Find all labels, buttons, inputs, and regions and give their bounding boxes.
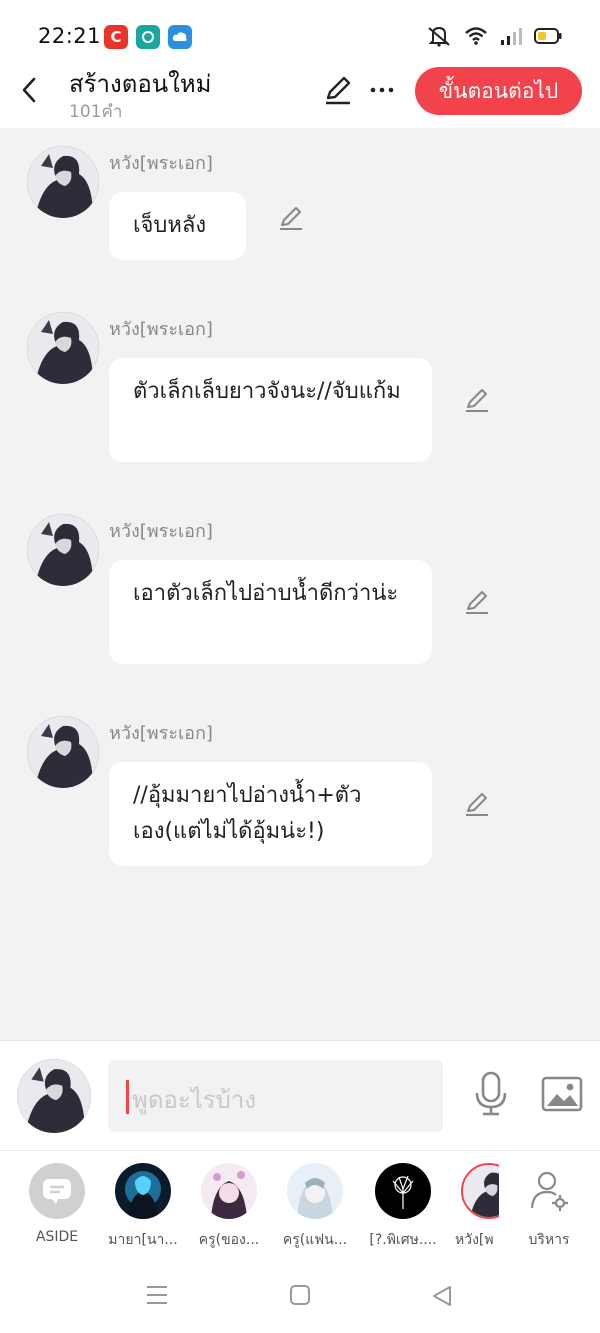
character-wang[interactable]: หวัง[พ	[449, 1163, 499, 1251]
app-teal-icon	[136, 25, 160, 49]
pencil-icon	[466, 389, 488, 412]
mute-bell-icon	[426, 25, 452, 51]
speaker-name: หวัง[พระเอก]	[109, 319, 213, 340]
character-label: [?.พิเศษ....	[369, 1232, 437, 1248]
microphone-icon	[475, 1071, 507, 1116]
character-aside[interactable]: ASIDE	[17, 1163, 97, 1245]
home-nav-button[interactable]	[288, 1284, 312, 1310]
app-c-icon: C	[104, 25, 128, 49]
manage-user-icon	[521, 1163, 577, 1219]
character-special[interactable]: [?.พิเศษ....	[363, 1163, 443, 1251]
character-avatar	[115, 1163, 171, 1219]
header: สร้างตอนใหม่ 101คำ ขั้นตอนต่อไป	[0, 58, 600, 128]
speaker-name: หวัง[พระเอก]	[109, 723, 213, 744]
insert-image-button[interactable]	[541, 1076, 583, 1116]
character-label: บริหาร	[528, 1232, 570, 1248]
message-bubble[interactable]: //อุ้มมายาไปอ่างน้ำ+ตัวเอง(แต่ไม่ได้อุ้ม…	[109, 762, 432, 866]
message-bubble[interactable]: เอาตัวเล็กไปอ่าบน้ำดีกว่าน่ะ	[109, 560, 432, 664]
back-button[interactable]	[14, 72, 44, 108]
current-character-avatar[interactable]	[17, 1059, 91, 1133]
dark-haired-character-icon	[27, 716, 99, 788]
edit-title-button[interactable]	[322, 74, 354, 106]
pencil-icon	[326, 76, 351, 105]
edit-message-button[interactable]	[463, 386, 491, 414]
character-avatar	[201, 1163, 257, 1219]
voice-button[interactable]	[474, 1071, 508, 1121]
battery-icon	[534, 28, 562, 48]
text-caret	[126, 1080, 129, 1114]
word-count: 101คำ	[69, 102, 123, 122]
character-selector: ASIDE มายา[นา... ครู(ของ... ครู(แฟน... […	[0, 1150, 600, 1262]
character-teacher-2[interactable]: ครู(แฟน...	[275, 1163, 355, 1251]
edit-message-button[interactable]	[463, 790, 491, 818]
pencil-icon	[466, 793, 488, 816]
dark-haired-character-icon	[17, 1059, 91, 1133]
message-input-placeholder: พูดอะไรบ้าง	[132, 1086, 257, 1114]
character-label: ครู(แฟน...	[282, 1232, 348, 1248]
dark-haired-character-icon	[27, 514, 99, 586]
status-time: 22:21	[38, 24, 102, 48]
system-navigation-bar	[0, 1262, 600, 1333]
more-options-button[interactable]	[368, 72, 396, 112]
next-step-button[interactable]: ขั้นตอนต่อไป	[415, 67, 582, 115]
composer-bar: พูดอะไรบ้าง	[0, 1040, 600, 1150]
character-label: ครู(ของ...	[198, 1232, 260, 1248]
notification-icons: C	[104, 25, 192, 49]
message-bubble[interactable]: เจ็บหลัง	[109, 192, 246, 260]
character-avatar-selected	[461, 1163, 499, 1219]
speaker-name: หวัง[พระเอก]	[109, 521, 213, 542]
character-avatar[interactable]	[27, 514, 99, 586]
more-dots-icon	[370, 87, 394, 93]
character-label: มายา[นา...	[108, 1232, 178, 1248]
character-avatar[interactable]	[27, 146, 99, 218]
menu-lines-icon	[147, 1286, 167, 1304]
status-bar: 22:21 C	[0, 0, 600, 58]
image-icon	[541, 1076, 583, 1112]
character-avatar	[375, 1163, 431, 1219]
menu-nav-button[interactable]	[145, 1284, 169, 1310]
manage-characters-button[interactable]: บริหาร	[509, 1163, 589, 1251]
dark-haired-character-icon	[27, 312, 99, 384]
pencil-icon	[466, 591, 488, 614]
character-label: ASIDE	[35, 1229, 79, 1245]
character-avatar[interactable]	[27, 312, 99, 384]
status-right	[426, 25, 562, 51]
wifi-icon	[464, 26, 488, 50]
back-nav-button[interactable]	[430, 1284, 454, 1312]
character-avatar	[287, 1163, 343, 1219]
speaker-name: หวัง[พระเอก]	[109, 153, 213, 174]
message-bubble[interactable]: ตัวเล็กเล็บยาวจังนะ//จับแก้ม	[109, 358, 432, 462]
square-home-icon	[290, 1285, 310, 1305]
dark-haired-character-icon	[27, 146, 99, 218]
message-input[interactable]: พูดอะไรบ้าง	[108, 1060, 443, 1132]
app-cloud-icon	[168, 25, 192, 49]
chat-area[interactable]: หวัง[พระเอก] เจ็บหลัง หวัง[พระเอก] ตัวเล…	[0, 128, 600, 1040]
character-maya[interactable]: มายา[นา...	[103, 1163, 183, 1251]
triangle-back-icon	[433, 1286, 451, 1306]
edit-message-button[interactable]	[463, 588, 491, 616]
aside-icon	[29, 1163, 85, 1219]
signal-icon	[500, 27, 522, 49]
back-arrow-icon	[22, 77, 36, 103]
character-avatar[interactable]	[27, 716, 99, 788]
pencil-icon	[280, 207, 302, 230]
edit-message-button[interactable]	[277, 204, 305, 232]
character-teacher-1[interactable]: ครู(ของ...	[189, 1163, 269, 1251]
character-label: หวัง[พ	[455, 1232, 494, 1248]
